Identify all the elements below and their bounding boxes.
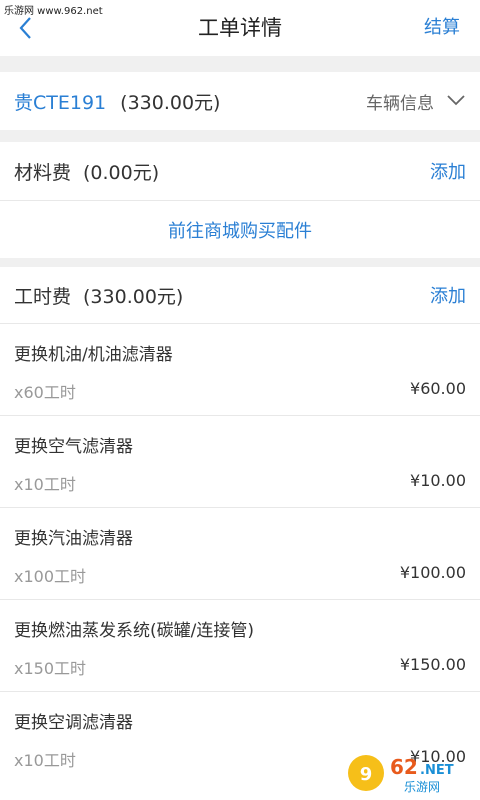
list-item[interactable]: 更换燃油蒸发系统(碳罐/连接管) x150工时 ¥150.00 [0,599,480,691]
item-price: ¥60.00 [410,379,466,398]
vehicle-total: (330.00元) [120,91,221,114]
item-hours: x100工时 [14,567,87,586]
add-labor-button[interactable]: 添加 [430,282,466,308]
item-price: ¥100.00 [399,563,466,582]
list-item[interactable]: 更换汽油滤清器 x100工时 ¥100.00 [0,507,480,599]
materials-total: (0.00元) [83,161,160,184]
item-name: 更换空气滤清器 [14,437,133,457]
labor-total: (330.00元) [83,285,184,308]
item-hours: x10工时 [14,751,76,770]
list-item[interactable]: 更换机油/机油滤清器 x60工时 ¥60.00 [0,323,480,415]
svg-text:.NET: .NET [420,763,454,778]
vehicle-card: 贵CTE191 (330.00元) 车辆信息 [0,72,480,130]
item-hours: x10工时 [14,475,76,494]
item-name: 更换机油/机油滤清器 [14,345,173,365]
labor-header: 工时费 (330.00元) 添加 [0,267,480,323]
labor-card: 工时费 (330.00元) 添加 更换机油/机油滤清器 x60工时 ¥60.00 … [0,267,480,800]
list-item[interactable]: 更换空气滤清器 x10工时 ¥10.00 [0,415,480,507]
materials-header: 材料费 (0.00元) 添加 [0,142,480,200]
labor-title-group: 工时费 (330.00元) [14,282,183,309]
chevron-down-icon [434,91,466,111]
watermark-text: 乐游网 www.962.net [0,0,107,17]
vehicle-row[interactable]: 贵CTE191 (330.00元) 车辆信息 [0,72,480,130]
add-material-button[interactable]: 添加 [430,158,466,184]
materials-title: 材料费 [14,161,72,184]
watermark-logo: 9 62 .NET 乐游网 [344,750,474,796]
checkout-button[interactable]: 结算 [424,0,460,56]
item-price: ¥150.00 [399,655,466,674]
item-hours: x150工时 [14,659,87,678]
item-name: 更换燃油蒸发系统(碳罐/连接管) [14,621,254,641]
item-price: ¥10.00 [410,471,466,490]
item-hours: x60工时 [14,383,76,402]
svg-text:62: 62 [390,755,418,779]
vehicle-info-toggle[interactable]: 车辆信息 [366,89,466,114]
item-name: 更换空调滤清器 [14,713,133,733]
shop-parts-link[interactable]: 前往商城购买配件 [168,217,312,243]
svg-text:9: 9 [360,764,373,785]
vehicle-summary: 贵CTE191 (330.00元) [14,88,220,115]
vehicle-info-label: 车辆信息 [366,93,434,114]
materials-title-group: 材料费 (0.00元) [14,158,159,185]
shop-link-row: 前往商城购买配件 [0,200,480,258]
labor-title: 工时费 [14,285,72,308]
license-plate: 贵CTE191 [14,91,107,114]
item-name: 更换汽油滤清器 [14,529,133,549]
materials-card: 材料费 (0.00元) 添加 前往商城购买配件 [0,142,480,258]
svg-text:乐游网: 乐游网 [404,780,440,794]
